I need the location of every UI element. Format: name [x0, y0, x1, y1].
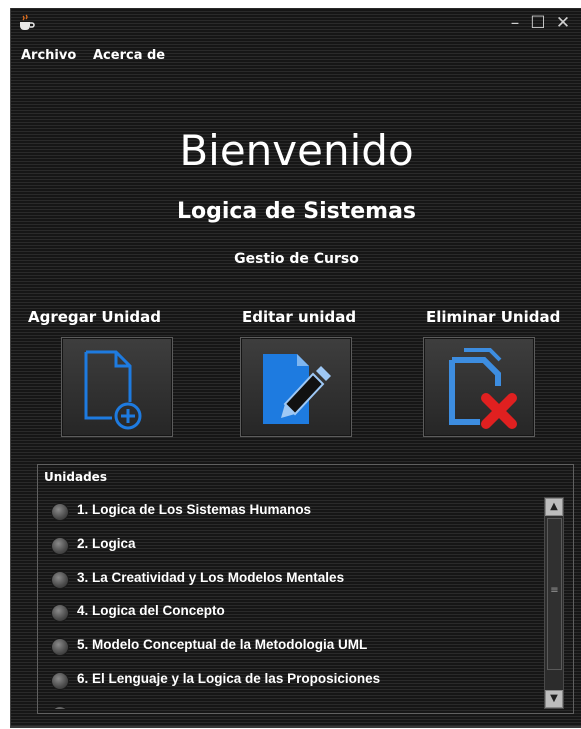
- list-item[interactable]: 3. La Creatividad y Los Modelos Mentales: [43, 565, 539, 593]
- grip-icon: ≡: [550, 585, 559, 596]
- radio-button[interactable]: [51, 706, 69, 709]
- list-item[interactable]: 6. El Lenguaje y la Logica de las Propos…: [43, 666, 539, 694]
- list-item-label: 5. Modelo Conceptual de la Metodologia U…: [77, 637, 368, 652]
- list-item-label: 1. Logica de Los Sistemas Humanos: [77, 502, 312, 517]
- radio-button[interactable]: [51, 571, 69, 589]
- course-label: Gestio de Curso: [234, 251, 359, 267]
- delete-document-icon: [449, 348, 517, 429]
- add-unit-label: Agregar Unidad: [28, 308, 161, 326]
- radio-button[interactable]: [51, 537, 69, 555]
- main-window: – ☐ ✕ Archivo Acerca de Bienvenido Logic…: [10, 8, 581, 728]
- edit-unit-label: Editar unidad: [242, 308, 357, 326]
- java-cup-icon: [20, 14, 35, 30]
- subtitle: Logica de Sistemas: [176, 199, 417, 224]
- minimize-button[interactable]: –: [504, 10, 526, 36]
- list-item-label: 3. La Creatividad y Los Modelos Mentales: [77, 570, 345, 585]
- list-item-label: 2. Logica: [77, 536, 136, 551]
- vertical-scrollbar[interactable]: ▲ ≡ ▼: [544, 497, 564, 709]
- radio-button[interactable]: [51, 604, 69, 622]
- maximize-button[interactable]: ☐: [527, 10, 549, 36]
- list-item[interactable]: 2. Logica: [43, 531, 539, 559]
- edit-document-icon: [263, 354, 331, 424]
- scroll-up-button[interactable]: ▲: [545, 498, 563, 516]
- units-panel-title: Unidades: [44, 470, 107, 484]
- units-panel: Unidades 1. Logica de Los Sistemas Human…: [37, 464, 574, 714]
- welcome-title: Bienvenido: [179, 126, 414, 175]
- scroll-down-button[interactable]: ▼: [545, 690, 563, 708]
- list-item[interactable]: 5. Modelo Conceptual de la Metodologia U…: [43, 632, 539, 660]
- list-item[interactable]: [43, 700, 539, 709]
- delete-unit-button[interactable]: [423, 337, 535, 437]
- menu-acerca-de[interactable]: Acerca de: [93, 48, 165, 63]
- list-item[interactable]: 4. Logica del Concepto: [43, 598, 539, 626]
- menu-archivo[interactable]: Archivo: [21, 48, 76, 63]
- radio-button[interactable]: [51, 672, 69, 690]
- units-list: 1. Logica de Los Sistemas Humanos 2. Log…: [43, 489, 539, 709]
- delete-unit-label: Eliminar Unidad: [426, 308, 561, 326]
- edit-unit-button[interactable]: [240, 337, 352, 437]
- list-item-label: 6. El Lenguaje y la Logica de las Propos…: [77, 671, 381, 686]
- list-item[interactable]: 1. Logica de Los Sistemas Humanos: [43, 497, 539, 525]
- add-document-icon: [84, 350, 142, 430]
- menu-bar: Archivo Acerca de: [11, 48, 581, 70]
- radio-button[interactable]: [51, 503, 69, 521]
- title-bar: – ☐ ✕: [11, 8, 581, 42]
- list-item-label: 4. Logica del Concepto: [77, 603, 225, 618]
- scroll-thumb[interactable]: ≡: [547, 518, 562, 670]
- add-unit-button[interactable]: [61, 337, 173, 437]
- close-button[interactable]: ✕: [552, 10, 574, 36]
- radio-button[interactable]: [51, 638, 69, 656]
